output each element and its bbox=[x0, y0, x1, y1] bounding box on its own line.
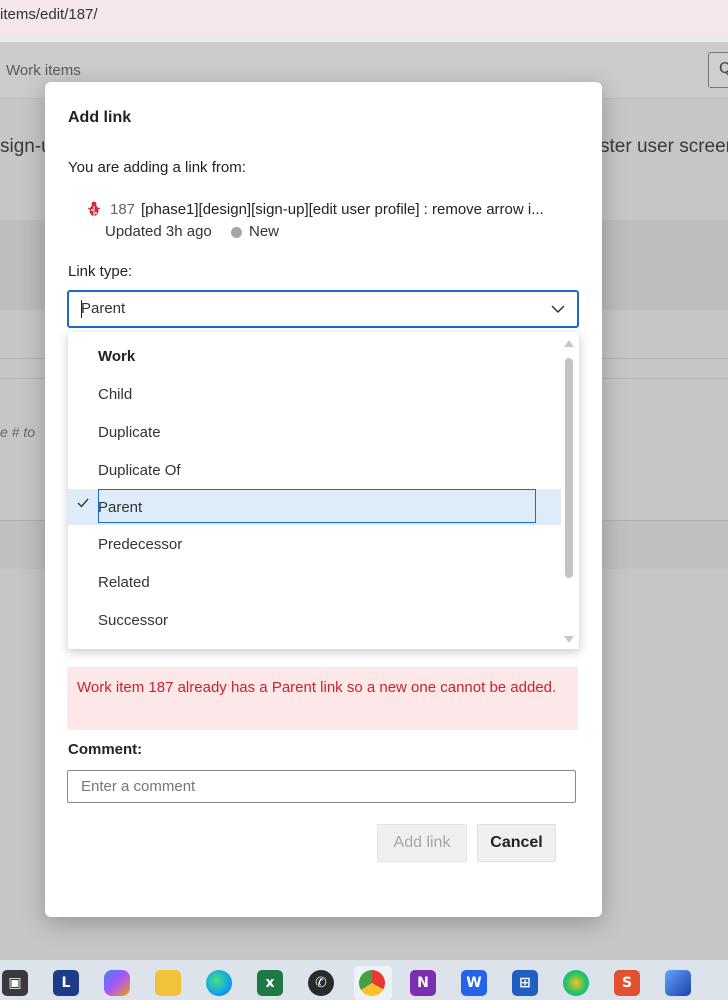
work-item-title[interactable]: [phase1][design][sign-up][edit user prof… bbox=[141, 201, 581, 218]
background-button-glyph: Q bbox=[719, 59, 728, 77]
dropdown-option-parent[interactable]: Parent bbox=[98, 499, 142, 516]
state-dot-icon bbox=[231, 227, 242, 238]
chevron-down-icon[interactable] bbox=[549, 300, 567, 318]
comment-label: Comment: bbox=[68, 741, 143, 758]
link-type-value: Parent bbox=[81, 300, 126, 317]
s-app-icon[interactable]: S bbox=[614, 970, 640, 996]
dropdown-option-duplicate-of[interactable]: Duplicate Of bbox=[98, 462, 181, 479]
dropdown-option-related[interactable]: Related bbox=[98, 574, 150, 591]
background-title-left: sign-u bbox=[0, 136, 52, 157]
microsoft-store-icon[interactable]: ⊞ bbox=[512, 970, 538, 996]
dropdown-option-predecessor[interactable]: Predecessor bbox=[98, 536, 182, 553]
dropdown-option-duplicate[interactable]: Duplicate bbox=[98, 424, 161, 441]
whatsapp-icon[interactable]: ✆ bbox=[308, 970, 334, 996]
word-icon[interactable]: W bbox=[461, 970, 487, 996]
chrome-icon[interactable] bbox=[359, 970, 385, 996]
checkmark-icon bbox=[77, 498, 89, 508]
work-item-id: 187 bbox=[110, 201, 136, 218]
edge-dev-icon[interactable] bbox=[563, 970, 589, 996]
cancel-button[interactable]: Cancel bbox=[477, 824, 556, 862]
dropdown-focus-outline bbox=[98, 489, 536, 523]
edge-icon[interactable] bbox=[206, 970, 232, 996]
error-text: Work item 187 already has a Parent link … bbox=[77, 679, 557, 696]
scroll-up-arrow-icon[interactable] bbox=[564, 340, 574, 347]
comment-input[interactable] bbox=[67, 770, 576, 803]
background-breadcrumb: Work items bbox=[6, 62, 81, 79]
scrollbar-thumb[interactable] bbox=[565, 358, 573, 578]
text-cursor bbox=[81, 300, 82, 318]
browser-separator bbox=[0, 34, 728, 42]
link-type-dropdown: Work Child Duplicate Duplicate Of Parent… bbox=[68, 332, 579, 649]
dropdown-group-header: Work bbox=[98, 348, 136, 365]
l-app-icon[interactable]: L bbox=[53, 970, 79, 996]
link-type-label: Link type: bbox=[68, 263, 133, 280]
copilot-icon[interactable] bbox=[104, 970, 130, 996]
link-type-combobox[interactable]: Parent bbox=[67, 290, 579, 328]
bug-icon bbox=[87, 201, 101, 216]
background-hint: e # to bbox=[0, 424, 36, 440]
dropdown-option-successor[interactable]: Successor bbox=[98, 612, 168, 629]
browser-address-bar[interactable]: items/edit/187/ bbox=[0, 0, 728, 34]
error-message: Work item 187 already has a Parent link … bbox=[67, 667, 578, 730]
dialog-subtitle: You are adding a link from: bbox=[68, 159, 246, 176]
scroll-down-arrow-icon[interactable] bbox=[564, 636, 574, 643]
url-text: items/edit/187/ bbox=[0, 6, 98, 23]
background-title-right: ster user screen bbox=[600, 136, 728, 157]
onenote-icon[interactable]: N bbox=[410, 970, 436, 996]
work-item-state: New bbox=[249, 223, 280, 240]
work-item-updated: Updated 3h ago bbox=[105, 223, 212, 240]
background-search-button: Q bbox=[708, 52, 728, 88]
dialog-title: Add link bbox=[68, 109, 132, 126]
add-link-button[interactable]: Add link bbox=[377, 824, 467, 862]
file-explorer-icon[interactable] bbox=[155, 970, 181, 996]
dropdown-option-child[interactable]: Child bbox=[98, 386, 132, 403]
photos-icon[interactable] bbox=[665, 970, 691, 996]
task-view-icon[interactable]: ▣ bbox=[2, 970, 28, 996]
excel-icon[interactable]: x bbox=[257, 970, 283, 996]
